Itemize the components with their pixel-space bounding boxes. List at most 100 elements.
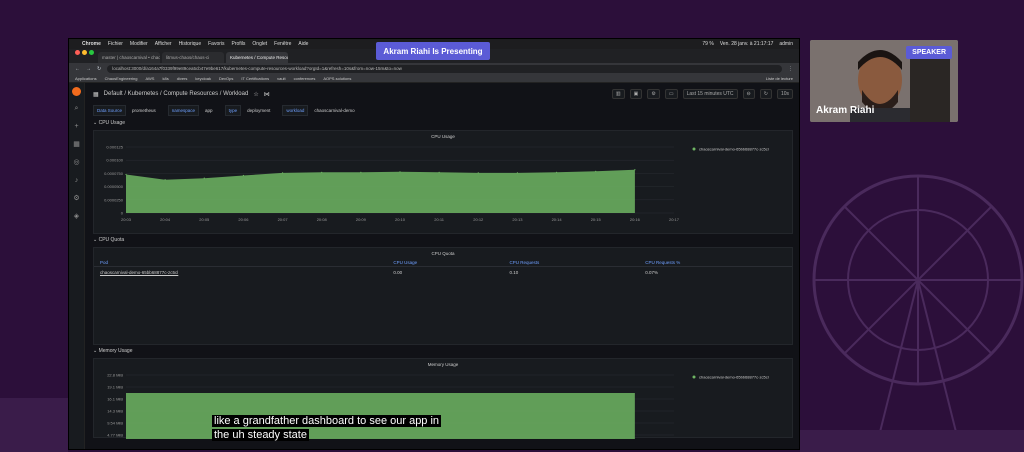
data-point <box>125 173 127 176</box>
row-title: Memory Usage <box>98 348 133 354</box>
bookmark[interactable]: AWS <box>146 76 155 81</box>
x-tick-label: 20:16 <box>630 217 641 222</box>
variables-row: Data Source prometheus namespace app typ… <box>93 103 793 117</box>
back-icon[interactable]: ← <box>75 66 80 72</box>
grafana-logo-icon[interactable] <box>72 87 81 96</box>
x-tick-label: 20:04 <box>160 217 171 222</box>
share-icon[interactable]: ⋈ <box>264 91 270 98</box>
breadcrumb[interactable]: Default / Kubernetes / Compute Resources… <box>104 91 249 97</box>
bookmark[interactable]: k8s <box>162 76 168 81</box>
dashboards-icon[interactable]: ▦ <box>73 140 80 150</box>
refresh-button[interactable]: ↻ <box>759 89 772 99</box>
row-title: CPU Quota <box>98 237 125 243</box>
data-point <box>242 174 245 177</box>
speaker-badge: SPEAKER <box>906 46 952 59</box>
menu-item[interactable]: Profils <box>232 41 246 47</box>
live-caption: like a grandfather dashboard to see our … <box>212 414 446 442</box>
clock[interactable]: Ven. 28 janv. à 21:17:17 <box>720 41 774 47</box>
data-point <box>634 169 636 171</box>
reading-list[interactable]: Liste de lecture <box>766 76 793 81</box>
add-panel-button[interactable]: ▥ <box>611 89 625 99</box>
row-memory-usage[interactable]: ⌄ Memory Usage <box>93 348 793 356</box>
table-cell: 0.10 <box>509 270 519 275</box>
menu-item[interactable]: Afficher <box>155 41 172 47</box>
variable-select[interactable]: prometheus <box>129 106 159 115</box>
variable-select[interactable]: deployment <box>244 106 273 115</box>
menu-item[interactable]: Modifier <box>130 41 148 47</box>
presenting-banner: Akram Riahi Is Presenting <box>376 42 490 60</box>
table-header[interactable]: Pod <box>94 259 388 267</box>
battery-level[interactable]: 79 % <box>702 41 713 47</box>
x-tick-label: 20:09 <box>356 217 367 222</box>
forward-icon[interactable]: → <box>86 66 91 72</box>
plus-icon[interactable]: + <box>74 122 78 132</box>
y-tick-label: 4.77 MiB <box>107 433 123 438</box>
shield-icon[interactable]: ◈ <box>74 212 79 222</box>
tv-mode-button[interactable]: ▭ <box>664 89 678 99</box>
x-tick-label: 20:12 <box>473 217 484 222</box>
search-icon[interactable]: ⌕ <box>75 104 79 114</box>
data-point <box>321 171 323 173</box>
menu-item[interactable]: Aide <box>298 41 308 47</box>
browser-tab[interactable]: litmus-chaos/chaos-ci <box>162 52 224 63</box>
time-range-picker[interactable]: Last 15 minutes UTC <box>682 89 738 99</box>
cpu-quota-panel: CPU Quota Pod CPU Usage CPU Requests CPU… <box>93 247 793 345</box>
x-tick-label: 20:15 <box>591 217 602 222</box>
explore-icon[interactable]: ◎ <box>73 158 79 168</box>
extensions-icon[interactable]: ⋮ <box>788 66 793 72</box>
menu-item[interactable]: Onglet <box>252 41 267 47</box>
shared-screen: Chrome Fichier Modifier Afficher Histori… <box>68 38 800 450</box>
bookmark[interactable]: Applications <box>75 76 97 81</box>
gear-icon[interactable]: ⚙ <box>73 194 79 204</box>
bookmark[interactable]: keycloak <box>195 76 211 81</box>
y-tick-label: 16.1 MiB <box>107 397 123 402</box>
table-header[interactable]: CPU Usage <box>387 259 504 267</box>
star-icon[interactable]: ☆ <box>253 91 258 98</box>
variable-label: namespace <box>167 104 200 116</box>
bookmark[interactable]: conferences <box>294 76 316 81</box>
user-name[interactable]: admin <box>779 41 793 47</box>
reload-icon[interactable]: ↻ <box>97 66 101 72</box>
data-point <box>399 171 401 173</box>
grafana-sidebar: ⌕ + ▦ ◎ ♪ ⚙ ◈ <box>69 83 85 449</box>
variable-select[interactable]: app <box>202 106 216 115</box>
menu-item[interactable]: Fichier <box>108 41 123 47</box>
row-cpu-usage[interactable]: ⌄ CPU Usage <box>93 120 793 128</box>
panel-title: Memory Usage <box>427 362 459 367</box>
browser-tab-active[interactable]: Kubernetes / Compute Resources <box>226 52 288 63</box>
row-cpu-quota[interactable]: ⌄ CPU Quota <box>93 237 793 245</box>
variable-label: type <box>224 104 242 116</box>
address-bar: ← → ↻ localhost:3000/d/a164a7f0339f99e89… <box>69 63 799 74</box>
bookmark[interactable]: ChaosEngineering <box>105 76 138 81</box>
menu-item[interactable]: Historique <box>179 41 202 47</box>
bookmark[interactable]: vault <box>277 76 285 81</box>
save-button[interactable]: ▣ <box>629 89 643 99</box>
variable-select[interactable]: chaoscarnival-demo <box>311 106 357 115</box>
pod-link[interactable]: chaoscarnival-demo-65bb68877c-zc5cl <box>94 267 387 279</box>
dashboard-nav: ▦ Default / Kubernetes / Compute Resourc… <box>93 87 793 101</box>
bookmark[interactable]: DevOps <box>219 76 233 81</box>
x-tick-label: 20:11 <box>434 217 444 222</box>
settings-button[interactable]: ⚙ <box>647 89 660 99</box>
table-header[interactable]: CPU Requests <box>503 259 640 267</box>
variable-label: Data Source <box>93 104 127 116</box>
y-tick-label: 22.8 MiB <box>107 373 123 378</box>
url-input[interactable]: localhost:3000/d/a164a7f0339f99e89cea5cb… <box>107 64 782 73</box>
data-point <box>595 170 597 172</box>
data-point <box>164 179 166 181</box>
bell-icon[interactable]: ♪ <box>75 176 79 186</box>
menu-item[interactable]: Fenêtre <box>274 41 291 47</box>
zoom-out-button[interactable]: ⊖ <box>742 89 755 99</box>
table-header[interactable]: CPU Requests % <box>639 259 792 267</box>
y-tick-label: 0.0000250 <box>104 197 124 202</box>
browser-tab[interactable]: master | chaoscarnival • chaos <box>98 52 160 63</box>
bookmark[interactable]: divers <box>177 76 188 81</box>
data-point <box>438 171 440 173</box>
refresh-interval[interactable]: 10s <box>776 89 793 99</box>
menu-item[interactable]: Favoris <box>208 41 224 47</box>
legend-swatch <box>692 375 696 379</box>
data-point <box>477 172 479 174</box>
bookmark[interactable]: AOPS.solutions <box>323 76 351 81</box>
table-cell: 0.00 <box>393 270 403 275</box>
bookmark[interactable]: IT Certifications <box>241 76 269 81</box>
